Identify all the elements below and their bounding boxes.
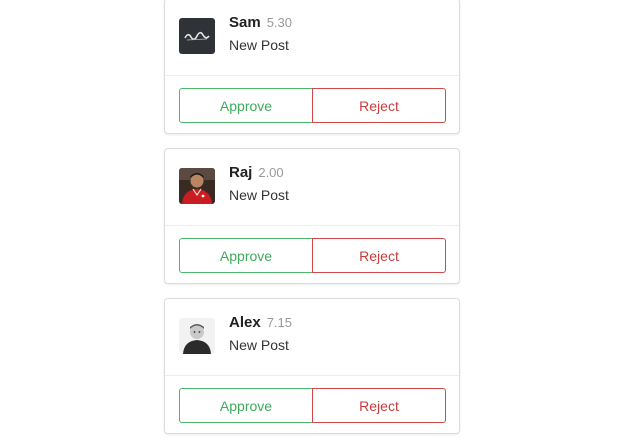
avatar <box>179 318 215 354</box>
photo-avatar-grayscale-icon <box>179 318 215 354</box>
post-header: Sam 5.30 New Post <box>165 0 459 76</box>
dark-logo-avatar-icon <box>179 18 215 54</box>
user-score: 5.30 <box>266 15 292 30</box>
post-text: New Post <box>229 37 289 53</box>
user-name[interactable]: Raj <box>229 164 252 181</box>
approve-button[interactable]: Approve <box>179 388 313 423</box>
photo-avatar-red-shirt-icon <box>179 168 215 204</box>
name-line: Alex 7.15 <box>229 314 292 332</box>
user-name[interactable]: Alex <box>229 314 261 331</box>
name-line: Sam 5.30 <box>229 14 292 32</box>
approve-button[interactable]: Approve <box>179 238 313 273</box>
moderation-actions: Approve Reject <box>179 238 446 273</box>
reject-button[interactable]: Reject <box>312 88 446 123</box>
user-name[interactable]: Sam <box>229 14 261 31</box>
reject-button[interactable]: Reject <box>312 388 446 423</box>
user-score: 7.15 <box>266 315 292 330</box>
post-card: Sam 5.30 New Post Approve Reject <box>164 0 460 134</box>
approve-button[interactable]: Approve <box>179 88 313 123</box>
user-score: 2.00 <box>258 165 284 180</box>
post-card: Alex 7.15 New Post Approve Reject <box>164 298 460 434</box>
moderation-actions: Approve Reject <box>179 88 446 123</box>
name-line: Raj 2.00 <box>229 164 284 182</box>
reject-button[interactable]: Reject <box>312 238 446 273</box>
post-text: New Post <box>229 337 289 353</box>
post-text: New Post <box>229 187 289 203</box>
post-card: Raj 2.00 New Post Approve Reject <box>164 148 460 284</box>
avatar <box>179 18 215 54</box>
post-header: Raj 2.00 New Post <box>165 149 459 226</box>
moderation-actions: Approve Reject <box>179 388 446 423</box>
avatar <box>179 168 215 204</box>
moderation-feed: Sam 5.30 New Post Approve Reject Raj 2.0… <box>164 0 460 448</box>
post-header: Alex 7.15 New Post <box>165 299 459 376</box>
